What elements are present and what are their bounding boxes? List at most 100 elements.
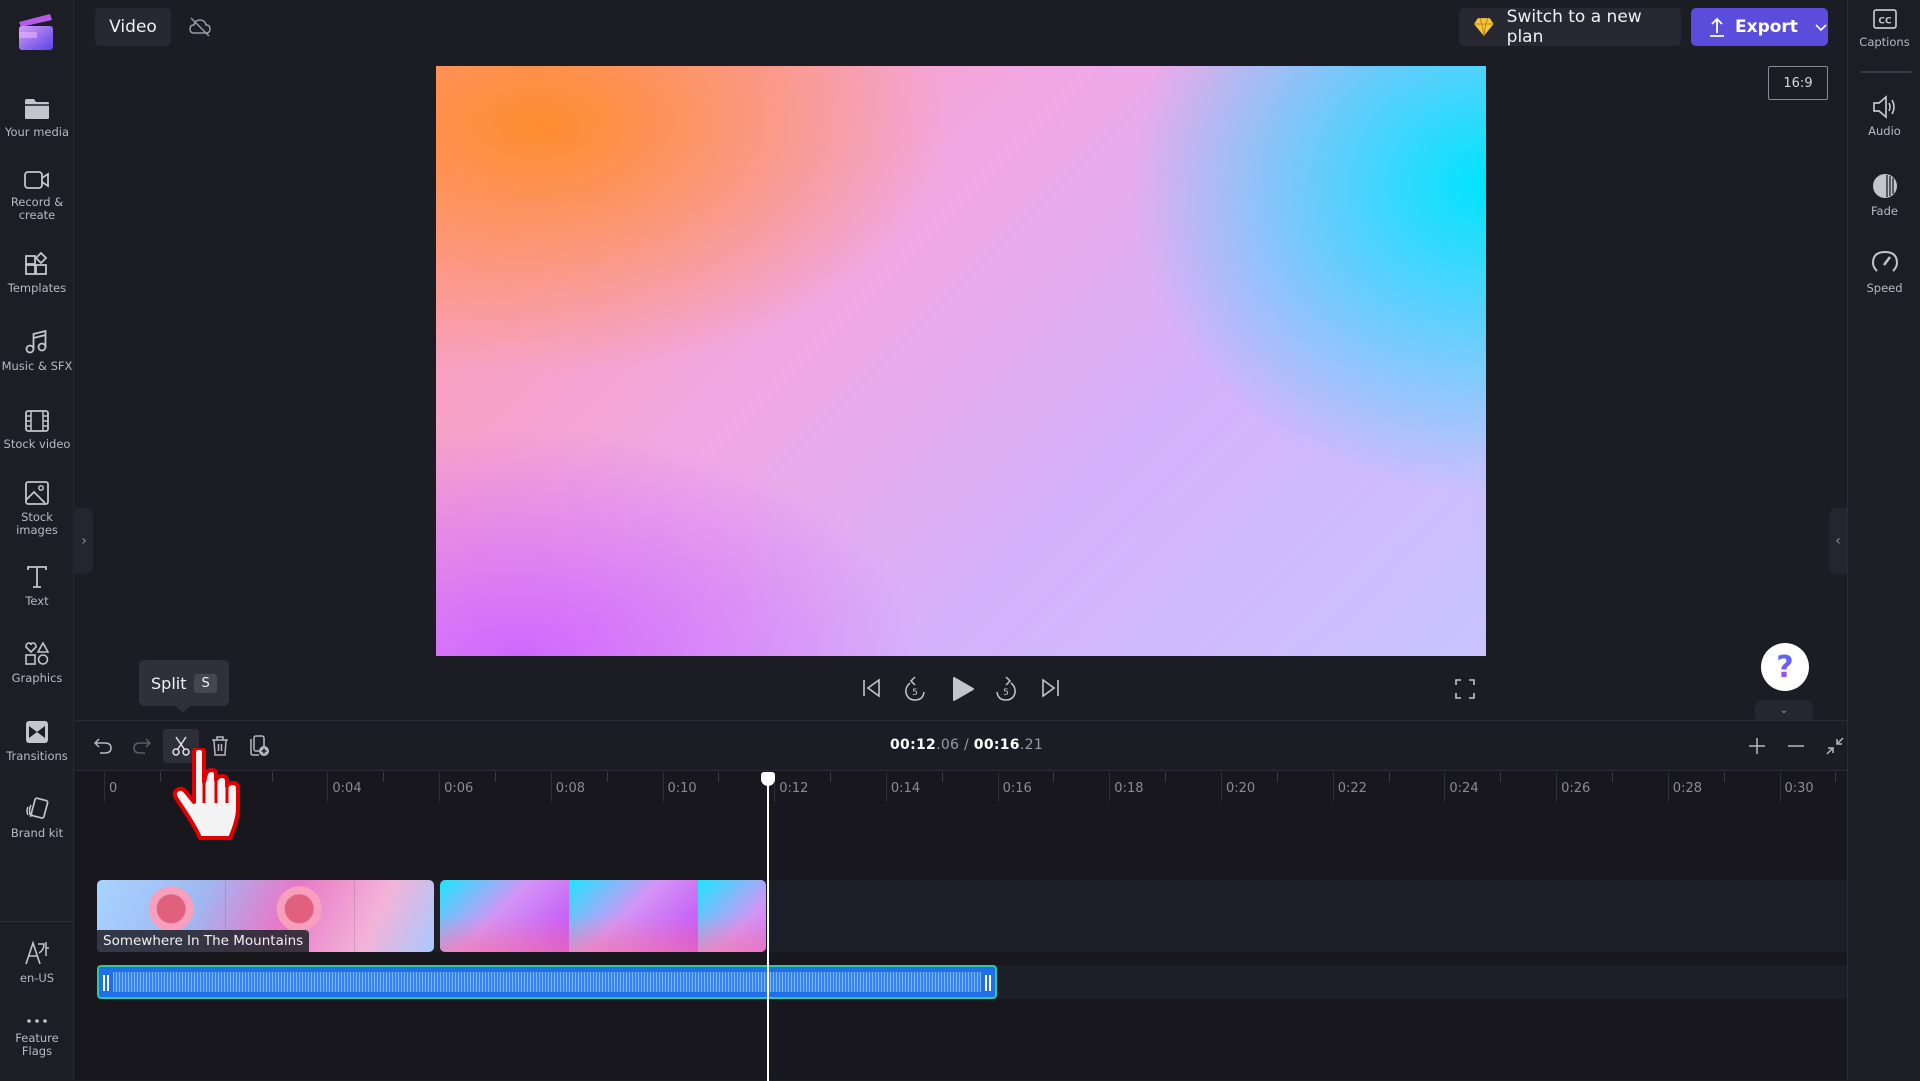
video-clip[interactable] bbox=[440, 880, 766, 952]
audio-trim-handle-right[interactable] bbox=[985, 975, 991, 991]
svg-text:CC: CC bbox=[1878, 17, 1892, 27]
ruler-minor-tick bbox=[1723, 772, 1725, 782]
sidebar-item-stock-video[interactable]: Stock video bbox=[0, 410, 74, 451]
help-icon: ? bbox=[1776, 649, 1794, 685]
ruler-tick-label: 0:10 bbox=[667, 781, 697, 796]
captions-icon: CC bbox=[1872, 9, 1897, 29]
project-tab-video[interactable]: Video bbox=[95, 8, 171, 46]
timeline-ruler[interactable]: 0 0:04 0:06 0:08 0:10 0:12 0:14 0:16 0:18 0:20 0:2… bbox=[75, 772, 1847, 806]
sidebar-item-text[interactable]: Text bbox=[0, 565, 74, 608]
tooltip-label: Split bbox=[151, 673, 187, 693]
ruler-major-tick bbox=[1221, 772, 1222, 802]
forward-5-button[interactable]: 5 bbox=[993, 675, 1019, 707]
panel-item-audio[interactable]: Audio bbox=[1848, 95, 1920, 138]
rewind-5-icon: 5 bbox=[905, 676, 925, 701]
audio-clip[interactable] bbox=[97, 965, 997, 999]
ruler-major-tick bbox=[997, 772, 999, 802]
play-icon bbox=[953, 677, 974, 701]
sidebar-item-label: Stock images bbox=[16, 510, 58, 537]
help-button[interactable]: ? bbox=[1761, 643, 1809, 691]
fullscreen-button[interactable] bbox=[1454, 678, 1476, 704]
svg-text:5: 5 bbox=[912, 688, 918, 698]
ruler-minor-tick bbox=[1388, 772, 1390, 782]
playhead[interactable] bbox=[767, 779, 769, 1081]
minus-icon bbox=[1788, 745, 1804, 747]
audio-waveform bbox=[113, 972, 981, 992]
zoom-out-button[interactable] bbox=[1778, 729, 1814, 763]
collapse-help-button[interactable]: ⌄ bbox=[1755, 700, 1813, 720]
sidebar-item-label: Stock video bbox=[3, 437, 71, 451]
sidebar-item-brand-kit[interactable]: Brand kit bbox=[0, 797, 74, 840]
undo-button[interactable] bbox=[85, 729, 121, 763]
sidebar-item-templates[interactable]: Templates bbox=[0, 252, 74, 295]
ruler-tick-label: 0:28 bbox=[1672, 781, 1702, 796]
audio-trim-handle-left[interactable] bbox=[103, 975, 109, 991]
ruler-tick-label: 0:16 bbox=[1002, 781, 1032, 796]
ruler-minor-tick bbox=[718, 772, 720, 782]
duplicate-button[interactable] bbox=[241, 729, 277, 763]
panel-item-fade[interactable]: Fade bbox=[1848, 173, 1920, 218]
sidebar-item-record-create[interactable]: Record & create bbox=[0, 170, 74, 222]
ruler-tick-label: 0:06 bbox=[444, 781, 474, 796]
sidebar-item-label: Your media bbox=[4, 125, 70, 139]
sidebar-item-label: en-US bbox=[19, 971, 55, 985]
sidebar-item-language[interactable]: en-US bbox=[0, 940, 74, 985]
sidebar-item-label: Templates bbox=[7, 281, 67, 295]
zoom-in-button[interactable] bbox=[1739, 729, 1775, 763]
export-button[interactable]: Export bbox=[1691, 8, 1828, 46]
fit-timeline-button[interactable] bbox=[1817, 729, 1853, 763]
current-time: 00:12 bbox=[890, 737, 937, 753]
clipchamp-logo[interactable] bbox=[17, 12, 55, 52]
redo-button[interactable] bbox=[124, 729, 160, 763]
skip-to-end-button[interactable] bbox=[1040, 675, 1060, 705]
language-icon bbox=[25, 940, 49, 965]
skip-to-start-button[interactable] bbox=[862, 675, 882, 705]
video-preview-canvas[interactable] bbox=[436, 66, 1486, 656]
chevron-left-icon: ‹ bbox=[1835, 533, 1841, 549]
video-clip[interactable]: Somewhere In The Mountains bbox=[97, 880, 434, 952]
export-label: Export bbox=[1735, 17, 1798, 37]
sidebar-item-feature-flags[interactable]: Feature Flags bbox=[0, 1016, 74, 1058]
panel-item-label: Fade bbox=[1871, 204, 1898, 218]
sidebar-item-music-sfx[interactable]: Music & SFX bbox=[0, 330, 74, 373]
sidebar-item-stock-images[interactable]: Stock images bbox=[0, 481, 74, 537]
chevron-down-icon: ⌄ bbox=[1779, 704, 1789, 716]
collapse-right-panel-button[interactable]: ‹ bbox=[1829, 508, 1847, 574]
ruler-major-tick bbox=[662, 772, 664, 802]
sidebar-item-label: Feature Flags bbox=[15, 1031, 59, 1058]
speedometer-icon bbox=[1871, 250, 1898, 272]
expand-left-panel-button[interactable]: › bbox=[75, 508, 93, 574]
ruler-minor-tick bbox=[494, 772, 496, 782]
ruler-major-tick bbox=[439, 772, 441, 802]
sidebar-item-graphics[interactable]: Graphics bbox=[0, 642, 74, 685]
play-button[interactable] bbox=[950, 675, 976, 707]
cloud-off-icon[interactable] bbox=[189, 16, 211, 42]
ruler-tick-label: 0:18 bbox=[1114, 781, 1144, 796]
chevron-down-icon[interactable] bbox=[1814, 22, 1828, 32]
panel-item-speed[interactable]: Speed bbox=[1848, 250, 1920, 295]
video-camera-icon bbox=[24, 171, 49, 189]
sidebar-item-your-media[interactable]: Your media bbox=[0, 98, 74, 139]
playhead-handle[interactable] bbox=[761, 772, 775, 786]
timecode-separator: / bbox=[959, 737, 974, 753]
skip-to-start-icon bbox=[863, 678, 880, 698]
ruler-tick-label: 0:22 bbox=[1337, 781, 1367, 796]
sidebar-item-label: Transitions bbox=[6, 749, 68, 763]
switch-plan-button[interactable]: Switch to a new plan bbox=[1459, 7, 1681, 47]
ruler-tick-label: 0:24 bbox=[1449, 781, 1479, 796]
sidebar-item-transitions[interactable]: Transitions bbox=[0, 720, 74, 763]
panel-item-captions[interactable]: CC Captions bbox=[1848, 8, 1920, 49]
panel-item-label: Speed bbox=[1866, 281, 1903, 295]
sidebar-item-label: Brand kit bbox=[10, 826, 64, 840]
ruler-major-tick bbox=[885, 772, 887, 802]
ruler-minor-tick bbox=[1053, 772, 1055, 782]
sidebar-item-label: Music & SFX bbox=[1, 359, 73, 373]
sidebar-item-label: Graphics bbox=[11, 671, 63, 685]
ruler-tick-label: 0:04 bbox=[332, 781, 362, 796]
clip-title: Somewhere In The Mountains bbox=[97, 930, 310, 952]
fullscreen-icon bbox=[1455, 679, 1475, 699]
ruler-minor-tick bbox=[830, 772, 832, 782]
rewind-5-button[interactable]: 5 bbox=[902, 675, 928, 707]
ruler-major-tick bbox=[1667, 772, 1669, 802]
aspect-ratio-button[interactable]: 16:9 bbox=[1768, 66, 1828, 100]
